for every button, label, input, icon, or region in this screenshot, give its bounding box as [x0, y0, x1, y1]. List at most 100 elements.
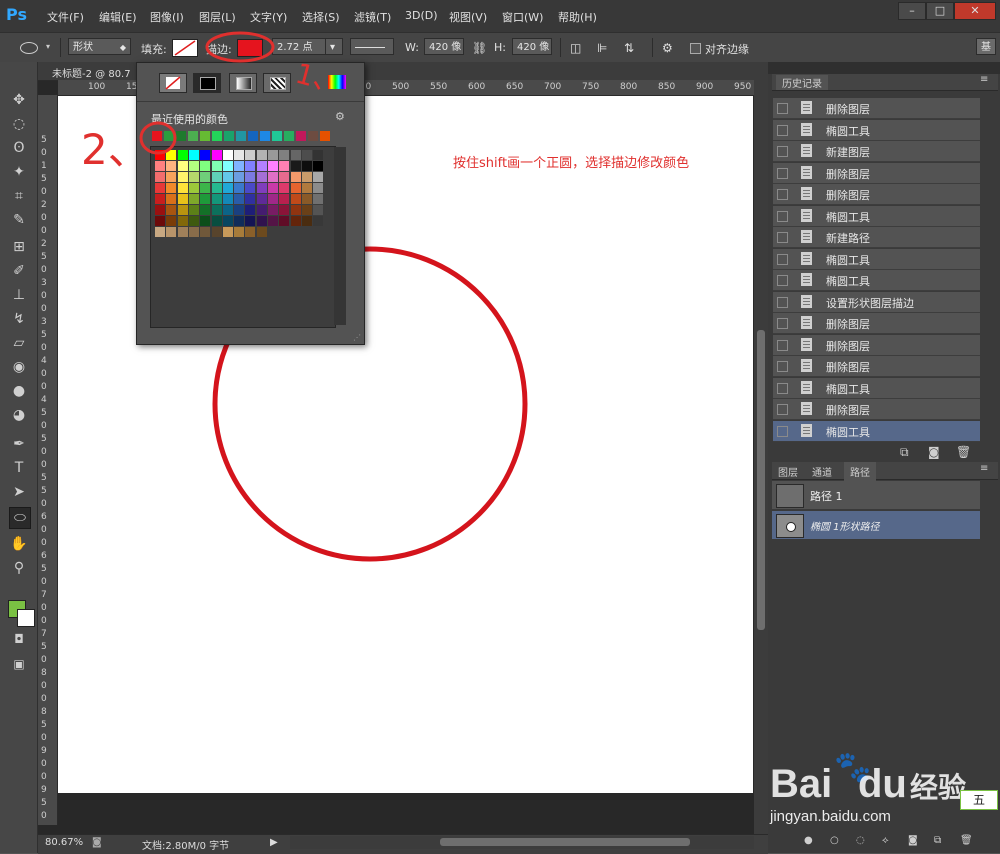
color-swatch[interactable] [166, 172, 177, 182]
color-swatch[interactable] [177, 161, 188, 171]
color-swatch[interactable] [290, 172, 301, 182]
color-swatch[interactable] [256, 227, 267, 237]
color-swatch[interactable] [268, 150, 278, 160]
color-swatch[interactable] [166, 150, 177, 160]
color-swatch[interactable] [188, 194, 199, 204]
history-item[interactable]: 椭圆工具 [773, 205, 980, 227]
color-swatch[interactable] [166, 205, 177, 215]
color-swatch[interactable] [279, 183, 290, 193]
no-color-button[interactable] [159, 73, 187, 93]
color-swatch[interactable] [301, 150, 312, 160]
zoom-level[interactable]: 80.67% [45, 837, 83, 848]
color-swatch[interactable] [177, 172, 188, 182]
color-swatch[interactable] [177, 227, 188, 237]
color-swatch[interactable] [245, 227, 256, 237]
color-swatch[interactable] [268, 161, 278, 171]
color-swatch[interactable] [155, 205, 165, 215]
history-checkbox[interactable] [777, 361, 788, 372]
color-swatch[interactable] [256, 216, 267, 226]
history-checkbox[interactable] [777, 425, 788, 437]
tab-channels[interactable]: 通道 [812, 464, 832, 479]
color-swatch[interactable] [245, 205, 256, 215]
history-checkbox[interactable] [777, 275, 788, 286]
history-item[interactable]: 椭圆工具 [773, 420, 980, 442]
history-item[interactable]: 删除图层 [773, 356, 980, 377]
recent-color-swatch[interactable] [284, 131, 294, 141]
color-swatch[interactable] [155, 183, 165, 193]
recent-color-swatch[interactable] [152, 131, 162, 141]
color-swatch[interactable] [200, 194, 211, 204]
color-swatch[interactable] [200, 161, 211, 171]
color-swatch[interactable] [245, 194, 256, 204]
color-swatch[interactable] [211, 150, 222, 160]
color-swatch[interactable] [200, 216, 211, 226]
history-item[interactable]: 删除图层 [773, 162, 980, 184]
path-item-active[interactable]: 椭圆 1形状路径 [772, 511, 980, 539]
history-item[interactable]: 椭圆工具 [773, 270, 980, 291]
color-swatch[interactable] [268, 172, 278, 182]
color-swatch[interactable] [245, 216, 256, 226]
color-swatch[interactable] [256, 161, 267, 171]
status-arrow-icon[interactable]: ▶ [270, 837, 278, 848]
color-swatch[interactable] [166, 183, 177, 193]
new-path-icon[interactable]: ⧉ [934, 835, 941, 846]
color-swatch[interactable] [166, 227, 177, 237]
color-swatch[interactable] [211, 172, 222, 182]
color-swatch[interactable] [222, 205, 233, 215]
color-swatch[interactable] [234, 227, 245, 237]
history-checkbox[interactable] [777, 189, 788, 200]
color-swatch[interactable] [222, 172, 233, 182]
color-swatch[interactable] [268, 216, 278, 226]
color-swatch[interactable] [279, 161, 290, 171]
color-swatch[interactable] [290, 216, 301, 226]
color-swatch[interactable] [234, 150, 245, 160]
recent-color-swatch[interactable] [164, 131, 174, 141]
recent-color-swatch[interactable] [188, 131, 198, 141]
recent-color-swatch[interactable] [260, 131, 270, 141]
panel-menu-icon[interactable]: ≡ [980, 74, 988, 85]
color-swatch[interactable] [290, 205, 301, 215]
swatches-scrollbar[interactable] [334, 147, 346, 325]
color-swatch[interactable] [256, 205, 267, 215]
color-swatch[interactable] [166, 216, 177, 226]
history-checkbox[interactable] [777, 339, 788, 351]
color-swatch[interactable] [245, 161, 256, 171]
history-checkbox[interactable] [777, 404, 788, 415]
history-item[interactable]: 删除图层 [773, 184, 980, 205]
color-swatch[interactable] [188, 183, 199, 193]
snapshot-icon[interactable]: ◙ [928, 445, 940, 459]
history-item[interactable]: 设置形状图层描边 [773, 291, 980, 313]
color-swatch[interactable] [234, 183, 245, 193]
recent-color-swatch[interactable] [248, 131, 258, 141]
color-swatch[interactable] [222, 216, 233, 226]
color-swatch[interactable] [313, 172, 324, 182]
stroke-path-icon[interactable]: ○ [830, 835, 839, 846]
gradient-button[interactable] [229, 73, 257, 93]
recent-color-swatch[interactable] [212, 131, 222, 141]
history-item[interactable]: 删除图层 [773, 313, 980, 334]
color-swatch[interactable] [301, 172, 312, 182]
color-swatch[interactable] [222, 227, 233, 237]
color-swatch[interactable] [313, 161, 324, 171]
gear-icon[interactable]: ⚙ [335, 110, 345, 123]
color-swatch[interactable] [188, 161, 199, 171]
color-swatch[interactable] [279, 172, 290, 182]
color-swatch[interactable] [290, 161, 301, 171]
color-swatch[interactable] [256, 183, 267, 193]
history-checkbox[interactable] [777, 232, 788, 243]
history-checkbox[interactable] [777, 382, 788, 394]
color-swatch[interactable] [268, 183, 278, 193]
load-selection-icon[interactable]: ◌ [856, 835, 865, 846]
history-item[interactable]: 椭圆工具 [773, 119, 980, 141]
color-swatch[interactable] [211, 161, 222, 171]
trash-icon[interactable]: 🗑 [960, 835, 973, 846]
history-item[interactable]: 椭圆工具 [773, 377, 980, 399]
color-swatch[interactable] [234, 205, 245, 215]
color-swatch[interactable] [200, 172, 211, 182]
make-work-path-icon[interactable]: ⟡ [882, 835, 889, 846]
recent-color-swatch[interactable] [176, 131, 186, 141]
tab-paths[interactable]: 路径 [844, 462, 876, 481]
history-item[interactable]: 删除图层 [773, 98, 980, 119]
color-swatch[interactable] [256, 194, 267, 204]
color-swatch[interactable] [234, 172, 245, 182]
